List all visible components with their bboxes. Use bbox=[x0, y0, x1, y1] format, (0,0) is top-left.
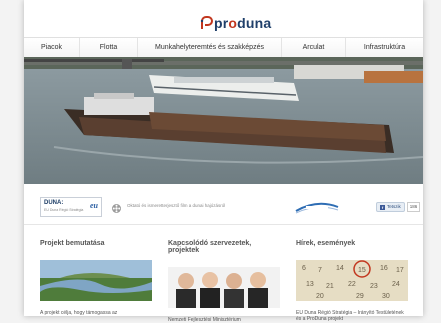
svg-text:29: 29 bbox=[356, 293, 364, 300]
like-count: 186 bbox=[406, 202, 421, 212]
news-calendar-image[interactable]: 6 7 14 15 16 17 13 21 22 23 24 20 29 30 bbox=[296, 260, 408, 301]
svg-text:14: 14 bbox=[336, 265, 344, 272]
like-button[interactable]: f Tetszik bbox=[376, 202, 405, 212]
like-widget: f Tetszik 186 bbox=[376, 202, 421, 212]
logo-text-o: o bbox=[228, 15, 238, 31]
logo-text: produna bbox=[214, 15, 271, 31]
main-nav: Piacok Flotta Munkahelyteremtés és szakk… bbox=[24, 37, 423, 59]
nav-item-arculat[interactable]: Arculat bbox=[282, 38, 346, 58]
svg-text:6: 6 bbox=[302, 265, 306, 272]
related-image[interactable] bbox=[168, 267, 280, 308]
svg-text:7: 7 bbox=[318, 267, 322, 274]
svg-text:20: 20 bbox=[316, 293, 324, 300]
svg-text:30: 30 bbox=[382, 293, 390, 300]
column-text-related: Nemzeti Fejlesztési Minisztérium bbox=[168, 317, 241, 323]
nav-item-flotta[interactable]: Flotta bbox=[80, 38, 138, 58]
column-text-project: A projekt célja, hogy támogassa az bbox=[40, 310, 118, 316]
partner-strip: DUNA: EU Duna Régió Stratégia eu Oktató … bbox=[24, 190, 423, 225]
svg-text:23: 23 bbox=[370, 283, 378, 290]
site-logo[interactable]: produna bbox=[200, 14, 271, 32]
column-title-project[interactable]: Projekt bemutatása bbox=[40, 240, 152, 247]
project-image[interactable] bbox=[40, 260, 152, 301]
column-project: Projekt bemutatása A projekt célja, hogy… bbox=[40, 240, 152, 316]
nav-item-munkahelyteremtes[interactable]: Munkahelyteremtés és szakképzés bbox=[138, 38, 282, 58]
logo-mark-icon bbox=[200, 16, 213, 30]
svg-text:15: 15 bbox=[358, 267, 366, 274]
column-related: Kapcsolódó szervezetek, projektek Nemzet… bbox=[168, 240, 280, 323]
page-container: produna Piacok Flotta Munkahelyteremtés … bbox=[24, 0, 423, 323]
danube-region-logo[interactable] bbox=[292, 197, 342, 217]
duna-eu-logo[interactable]: DUNA: EU Duna Régió Stratégia eu bbox=[40, 197, 102, 217]
film-link-text[interactable]: Oktató és ismeretterjesztő film a dunai … bbox=[127, 203, 225, 208]
nav-item-piacok[interactable]: Piacok bbox=[24, 38, 80, 58]
svg-text:17: 17 bbox=[396, 267, 404, 274]
logo-text-suffix: duna bbox=[237, 15, 272, 31]
column-text-news[interactable]: EU Duna Régió Stratégia – Irányító Testü… bbox=[296, 310, 408, 322]
svg-text:13: 13 bbox=[306, 281, 314, 288]
svg-text:16: 16 bbox=[380, 265, 388, 272]
svg-text:22: 22 bbox=[348, 281, 356, 288]
film-reel-icon[interactable] bbox=[111, 201, 122, 213]
svg-text:21: 21 bbox=[326, 283, 334, 290]
column-title-news[interactable]: Hírek, események bbox=[296, 240, 408, 247]
duna-logo-eu: eu bbox=[90, 201, 98, 210]
logo-text-prefix: pr bbox=[214, 15, 229, 31]
hero-image bbox=[24, 57, 423, 184]
column-title-related[interactable]: Kapcsolódó szervezetek, projektek bbox=[168, 240, 280, 254]
nav-item-infrastruktura[interactable]: Infrastruktúra bbox=[346, 38, 423, 58]
like-button-label: Tetszik bbox=[387, 204, 401, 209]
column-news: Hírek, események 6 7 14 15 16 17 13 21 22 23 24… bbox=[296, 240, 408, 322]
duna-logo-title: DUNA: bbox=[44, 200, 64, 206]
facebook-icon: f bbox=[380, 204, 385, 210]
svg-text:24: 24 bbox=[392, 281, 400, 288]
